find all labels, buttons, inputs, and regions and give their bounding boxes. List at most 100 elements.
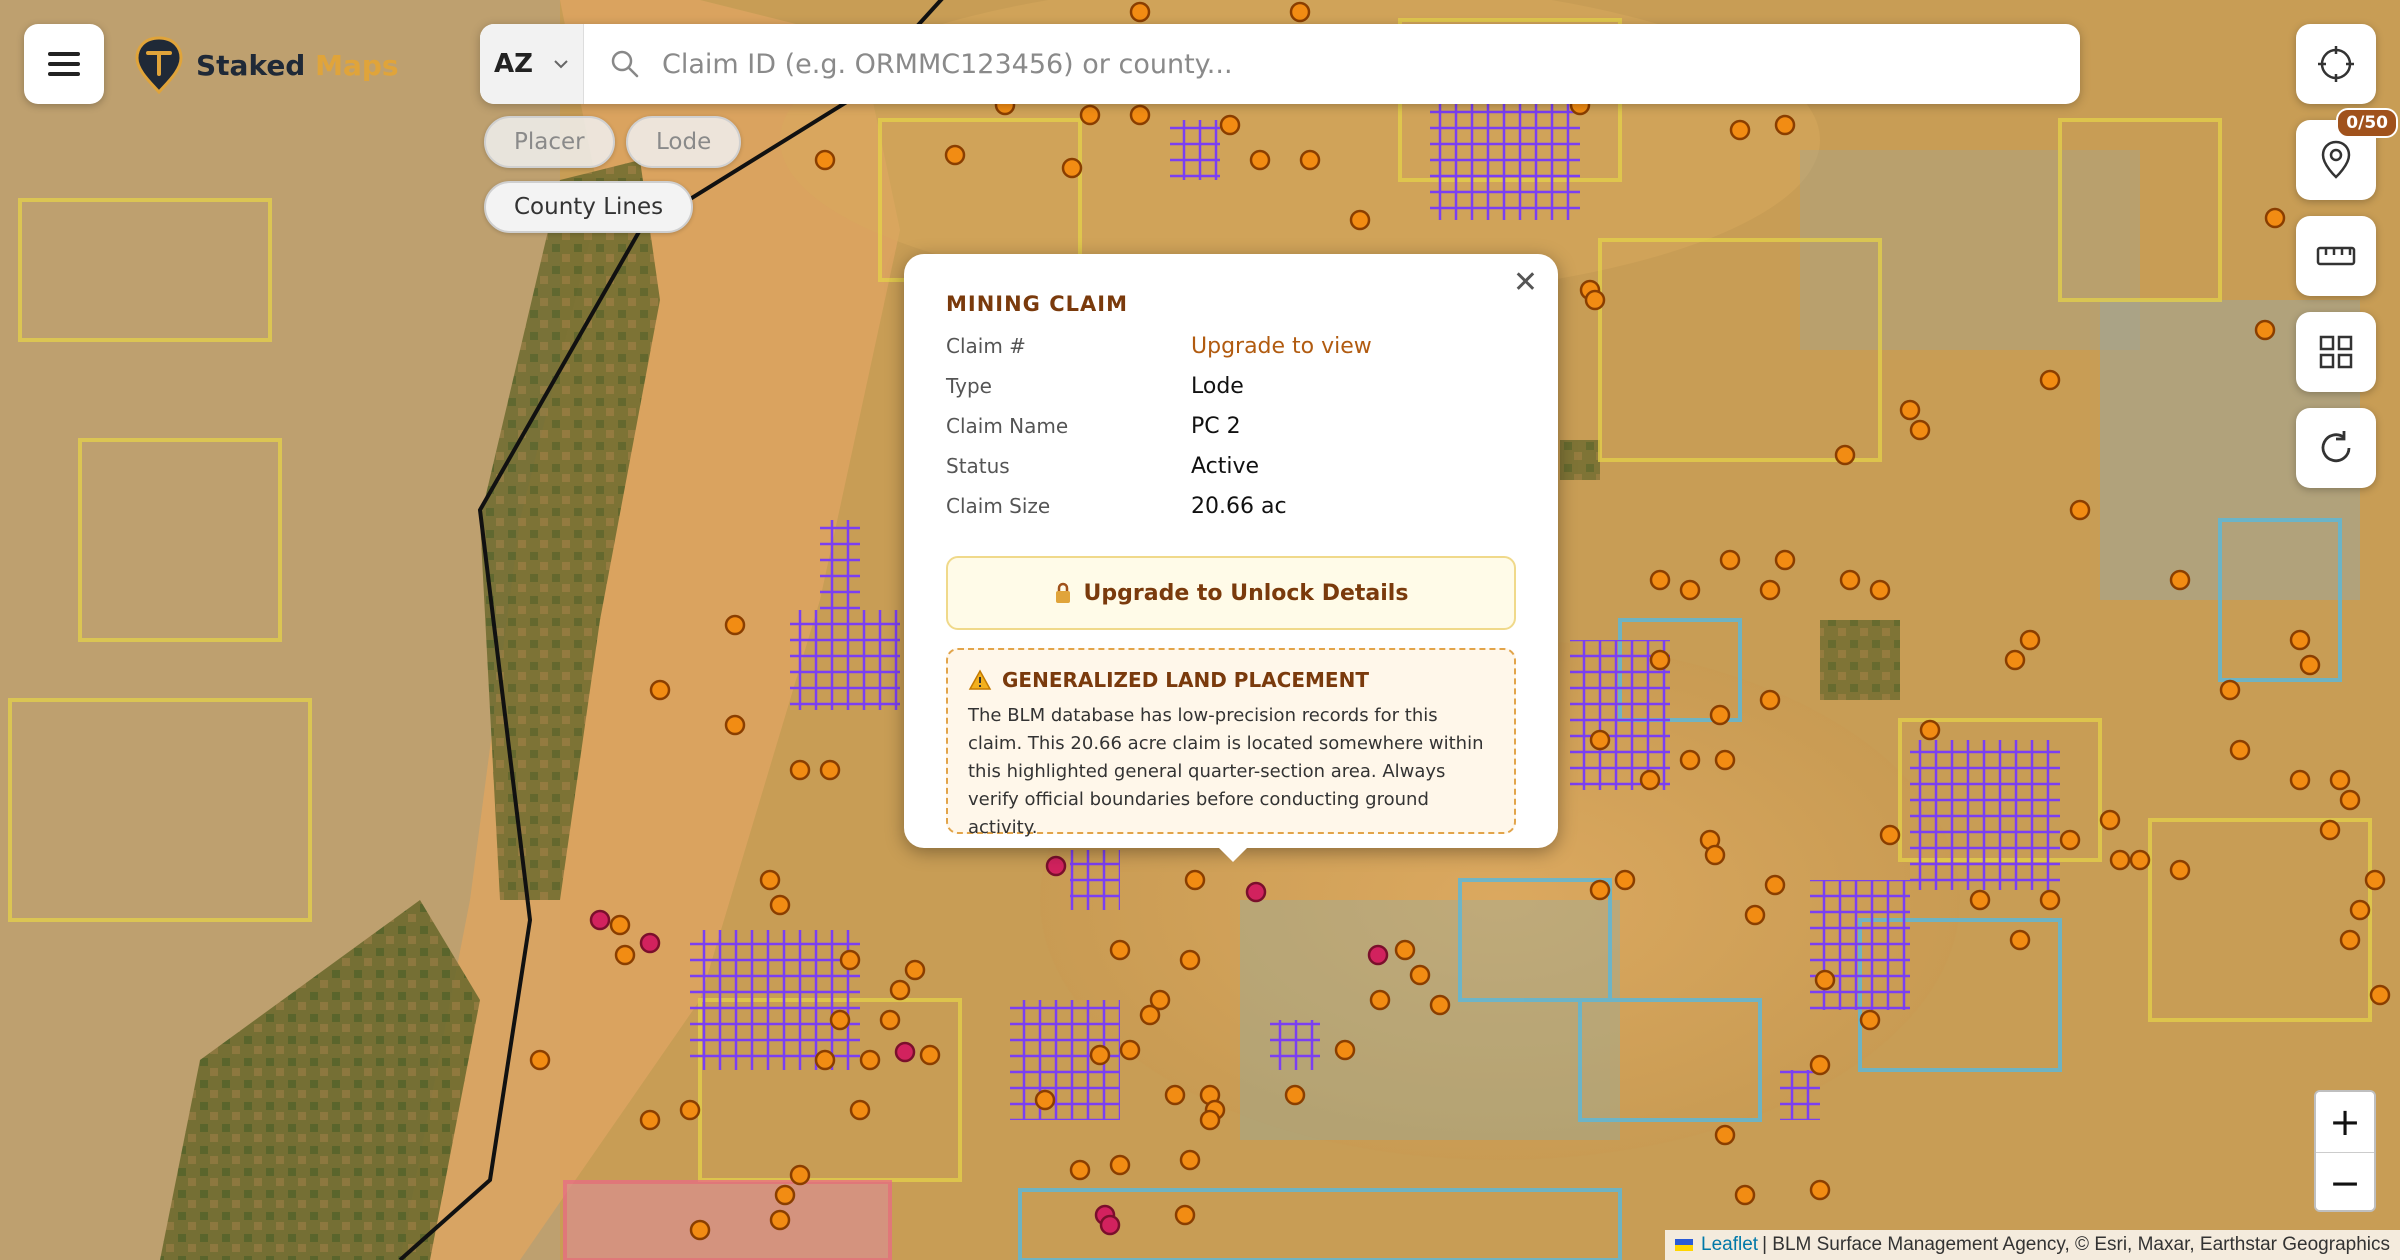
placer-claim-marker[interactable] — [2349, 899, 2371, 921]
placer-claim-marker[interactable] — [2364, 869, 2386, 891]
placer-claim-marker[interactable] — [2339, 789, 2361, 811]
placer-claim-marker[interactable] — [1759, 689, 1781, 711]
placer-claim-marker[interactable] — [1089, 1044, 1111, 1066]
placer-claim-marker[interactable] — [1969, 889, 1991, 911]
placer-claim-marker[interactable] — [639, 1109, 661, 1131]
placer-claim-marker[interactable] — [879, 1009, 901, 1031]
measure-button[interactable] — [2296, 216, 2376, 296]
placer-claim-marker[interactable] — [1289, 1, 1311, 23]
placer-claim-marker[interactable] — [2039, 369, 2061, 391]
placer-claim-marker[interactable] — [614, 944, 636, 966]
placer-claim-marker[interactable] — [2299, 654, 2321, 676]
placer-claim-marker[interactable] — [889, 979, 911, 1001]
placer-claim-marker[interactable] — [1109, 939, 1131, 961]
placer-claim-marker[interactable] — [2039, 889, 2061, 911]
placer-claim-marker[interactable] — [2264, 207, 2286, 229]
placer-claim-marker[interactable] — [2329, 769, 2351, 791]
menu-button[interactable] — [24, 24, 104, 104]
layers-button[interactable] — [2296, 312, 2376, 392]
placer-claim-marker[interactable] — [1069, 1159, 1091, 1181]
closed-claim-marker[interactable] — [589, 909, 611, 931]
placer-claim-marker[interactable] — [789, 759, 811, 781]
placer-claim-marker[interactable] — [1869, 579, 1891, 601]
state-select[interactable]: AZ — [480, 24, 584, 104]
placer-claim-marker[interactable] — [1119, 1039, 1141, 1061]
placer-claim-marker[interactable] — [1614, 869, 1636, 891]
placer-claim-marker[interactable] — [649, 679, 671, 701]
placer-claim-marker[interactable] — [859, 1049, 881, 1071]
placer-claim-marker[interactable] — [2059, 829, 2081, 851]
placer-claim-marker[interactable] — [1834, 444, 1856, 466]
placer-claim-marker[interactable] — [789, 1164, 811, 1186]
placer-claim-marker[interactable] — [769, 894, 791, 916]
closed-claim-marker[interactable] — [1099, 1214, 1121, 1236]
filter-chip-county-lines[interactable]: County Lines — [484, 181, 694, 233]
close-icon[interactable]: ✕ — [1513, 268, 1538, 298]
placer-claim-marker[interactable] — [1839, 569, 1861, 591]
placer-claim-marker[interactable] — [1429, 994, 1451, 1016]
closed-claim-marker[interactable] — [1245, 881, 1267, 903]
placer-claim-marker[interactable] — [724, 614, 746, 636]
leaflet-link[interactable]: Leaflet — [1701, 1234, 1758, 1256]
placer-claim-marker[interactable] — [1709, 704, 1731, 726]
placer-claim-marker[interactable] — [1369, 989, 1391, 1011]
placer-claim-marker[interactable] — [1719, 549, 1741, 571]
placer-claim-marker[interactable] — [1679, 749, 1701, 771]
placer-claim-marker[interactable] — [1714, 749, 1736, 771]
placer-claim-marker[interactable] — [1199, 1109, 1221, 1131]
placer-claim-marker[interactable] — [2169, 569, 2191, 591]
placer-claim-marker[interactable] — [904, 959, 926, 981]
placer-claim-marker[interactable] — [1814, 969, 1836, 991]
placer-claim-marker[interactable] — [1759, 579, 1781, 601]
claim-number-upgrade-link[interactable]: Upgrade to view — [1191, 334, 1372, 359]
placer-claim-marker[interactable] — [1744, 904, 1766, 926]
placer-claim-marker[interactable] — [609, 914, 631, 936]
placer-claim-marker[interactable] — [689, 1219, 711, 1241]
placer-claim-marker[interactable] — [2289, 769, 2311, 791]
placer-claim-marker[interactable] — [1764, 874, 1786, 896]
placer-claim-marker[interactable] — [759, 869, 781, 891]
placer-claim-marker[interactable] — [724, 714, 746, 736]
placer-claim-marker[interactable] — [2219, 679, 2241, 701]
refresh-button[interactable] — [2296, 408, 2376, 488]
placer-claim-marker[interactable] — [1639, 769, 1661, 791]
placer-claim-marker[interactable] — [1714, 1124, 1736, 1146]
placer-claim-marker[interactable] — [1079, 104, 1101, 126]
placer-claim-marker[interactable] — [1349, 209, 1371, 231]
placer-claim-marker[interactable] — [1589, 729, 1611, 751]
placer-claim-marker[interactable] — [529, 1049, 551, 1071]
placer-claim-marker[interactable] — [1859, 1009, 1881, 1031]
placer-claim-marker[interactable] — [2229, 739, 2251, 761]
placer-claim-marker[interactable] — [1164, 1084, 1186, 1106]
placer-claim-marker[interactable] — [1109, 1154, 1131, 1176]
placer-claim-marker[interactable] — [1299, 149, 1321, 171]
placer-claim-marker[interactable] — [1809, 1179, 1831, 1201]
placer-claim-marker[interactable] — [2289, 629, 2311, 651]
placer-claim-marker[interactable] — [2169, 859, 2191, 881]
placer-claim-marker[interactable] — [1809, 1054, 1831, 1076]
upgrade-unlock-button[interactable]: Upgrade to Unlock Details — [946, 556, 1516, 630]
search-input[interactable] — [662, 29, 2080, 99]
placer-claim-marker[interactable] — [849, 1099, 871, 1121]
placer-claim-marker[interactable] — [1034, 1089, 1056, 1111]
placer-claim-marker[interactable] — [2069, 499, 2091, 521]
placer-claim-marker[interactable] — [1909, 419, 1931, 441]
placer-claim-marker[interactable] — [919, 1044, 941, 1066]
placer-claim-marker[interactable] — [1394, 939, 1416, 961]
placer-claim-marker[interactable] — [1704, 844, 1726, 866]
placer-claim-marker[interactable] — [2109, 849, 2131, 871]
placer-claim-marker[interactable] — [1589, 879, 1611, 901]
placer-claim-marker[interactable] — [774, 1184, 796, 1206]
placer-claim-marker[interactable] — [1179, 949, 1201, 971]
placer-claim-marker[interactable] — [2099, 809, 2121, 831]
closed-claim-marker[interactable] — [894, 1041, 916, 1063]
zoom-in-button[interactable]: + — [2316, 1092, 2374, 1152]
placer-claim-marker[interactable] — [1219, 114, 1241, 136]
placer-claim-marker[interactable] — [2004, 649, 2026, 671]
placer-claim-marker[interactable] — [1179, 1149, 1201, 1171]
placer-claim-marker[interactable] — [1149, 989, 1171, 1011]
placer-claim-marker[interactable] — [1899, 399, 1921, 421]
locate-button[interactable] — [2296, 24, 2376, 104]
placer-claim-marker[interactable] — [1184, 869, 1206, 891]
placer-claim-marker[interactable] — [1129, 104, 1151, 126]
